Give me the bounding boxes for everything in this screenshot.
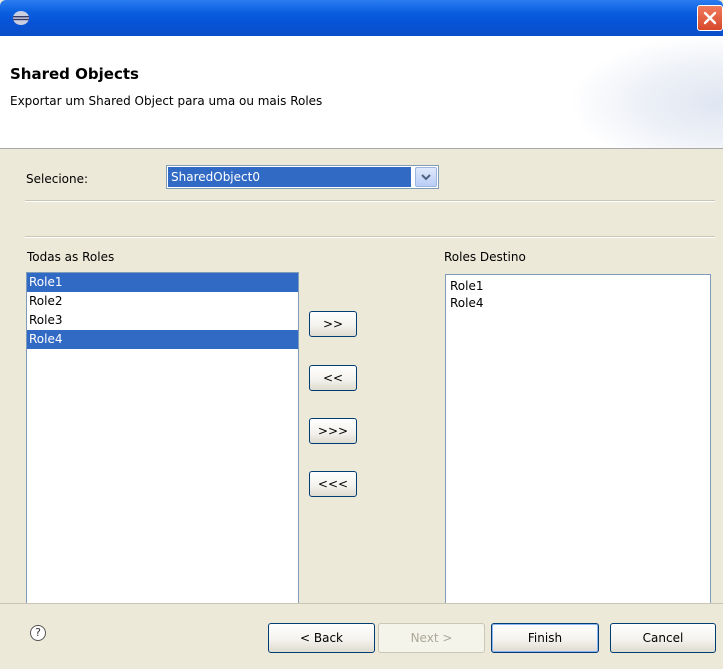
- left-list-label: Todas as Roles: [27, 250, 115, 264]
- cancel-button[interactable]: Cancel: [610, 623, 716, 653]
- page-title: Shared Objects: [10, 65, 139, 83]
- destination-roles-list[interactable]: Role1 Role4: [445, 274, 711, 651]
- add-selected-button[interactable]: >>: [309, 311, 357, 337]
- remove-all-button[interactable]: <<<: [309, 471, 357, 497]
- finish-button[interactable]: Finish: [491, 623, 599, 653]
- remove-selected-button[interactable]: <<: [309, 365, 357, 391]
- wizard-body: Selecione: SharedObject0 Todas as Roles …: [0, 149, 723, 652]
- list-item[interactable]: Role1: [27, 273, 298, 292]
- eclipse-app-icon: [12, 10, 30, 26]
- wizard-footer: ? < Back Next > Finish Cancel: [0, 603, 723, 669]
- wizard-header: Shared Objects Exportar um Shared Object…: [0, 36, 723, 149]
- chevron-down-icon: [421, 174, 431, 181]
- close-icon: [703, 11, 717, 25]
- separator: [25, 236, 715, 238]
- separator: [25, 200, 715, 202]
- back-button[interactable]: < Back: [268, 623, 375, 653]
- title-bar[interactable]: [0, 0, 723, 36]
- help-icon[interactable]: ?: [30, 625, 46, 641]
- all-roles-list[interactable]: Role1 Role2 Role3 Role4: [26, 272, 299, 652]
- page-description: Exportar um Shared Object para uma ou ma…: [10, 94, 323, 108]
- shared-object-select[interactable]: SharedObject0: [166, 165, 439, 189]
- add-all-button[interactable]: >>>: [309, 418, 357, 444]
- close-button[interactable]: [697, 5, 723, 31]
- select-value: SharedObject0: [168, 167, 411, 187]
- list-item[interactable]: Role4: [446, 295, 710, 312]
- list-item[interactable]: Role1: [446, 278, 710, 295]
- list-item[interactable]: Role4: [27, 330, 298, 349]
- next-button[interactable]: Next >: [378, 623, 485, 653]
- right-list-label: Roles Destino: [444, 250, 526, 264]
- header-banner: [573, 36, 723, 148]
- dropdown-button[interactable]: [415, 167, 437, 187]
- list-item[interactable]: Role3: [27, 311, 298, 330]
- list-item[interactable]: Role2: [27, 292, 298, 311]
- selector-label: Selecione:: [26, 172, 89, 186]
